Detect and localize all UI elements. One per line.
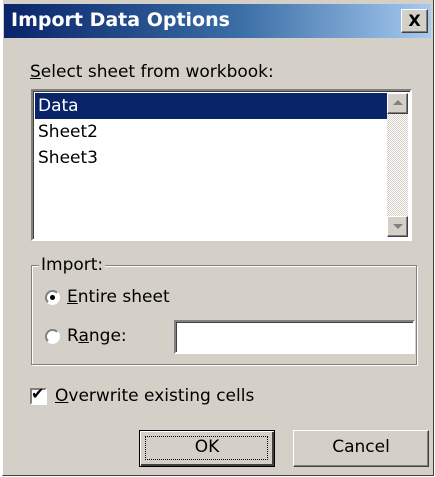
select-sheet-label: Select sheet from workbook:: [30, 62, 274, 82]
dialog-title: Import Data Options: [11, 9, 230, 31]
range-label[interactable]: Range:: [67, 326, 127, 346]
close-button[interactable]: X: [401, 9, 428, 33]
scroll-down-arrow-icon: [393, 224, 403, 229]
scroll-up-button[interactable]: [387, 93, 408, 114]
sheet-list-item-sheet3[interactable]: Sheet3: [35, 145, 388, 171]
ok-button[interactable]: OK: [139, 430, 275, 467]
radio-selected-icon: [50, 295, 55, 300]
import-data-options-dialog: Import Data Options X Select sheet from …: [2, 0, 434, 476]
range-input[interactable]: [174, 320, 415, 354]
entire-sheet-radio[interactable]: [45, 290, 60, 305]
listbox-scrollbar[interactable]: [387, 93, 408, 237]
sheet-list-item-sheet2[interactable]: Sheet2: [35, 119, 388, 145]
entire-sheet-label[interactable]: Entire sheet: [67, 287, 170, 307]
import-group-title: Import:: [39, 255, 106, 275]
focus-rectangle: [145, 436, 268, 460]
title-bar[interactable]: Import Data Options X: [4, 4, 431, 38]
cancel-button[interactable]: Cancel: [293, 430, 429, 467]
range-radio[interactable]: [45, 329, 60, 344]
sheet-listbox[interactable]: Data Sheet2 Sheet3: [31, 89, 412, 241]
sheet-list-item-data[interactable]: Data: [35, 93, 388, 119]
scroll-down-button[interactable]: [387, 216, 408, 237]
scroll-up-arrow-icon: [393, 100, 403, 105]
checkmark-icon: ✔: [31, 384, 45, 403]
close-icon: X: [408, 11, 421, 30]
overwrite-label[interactable]: Overwrite existing cells: [55, 386, 254, 406]
overwrite-checkbox[interactable]: ✔: [30, 384, 47, 405]
